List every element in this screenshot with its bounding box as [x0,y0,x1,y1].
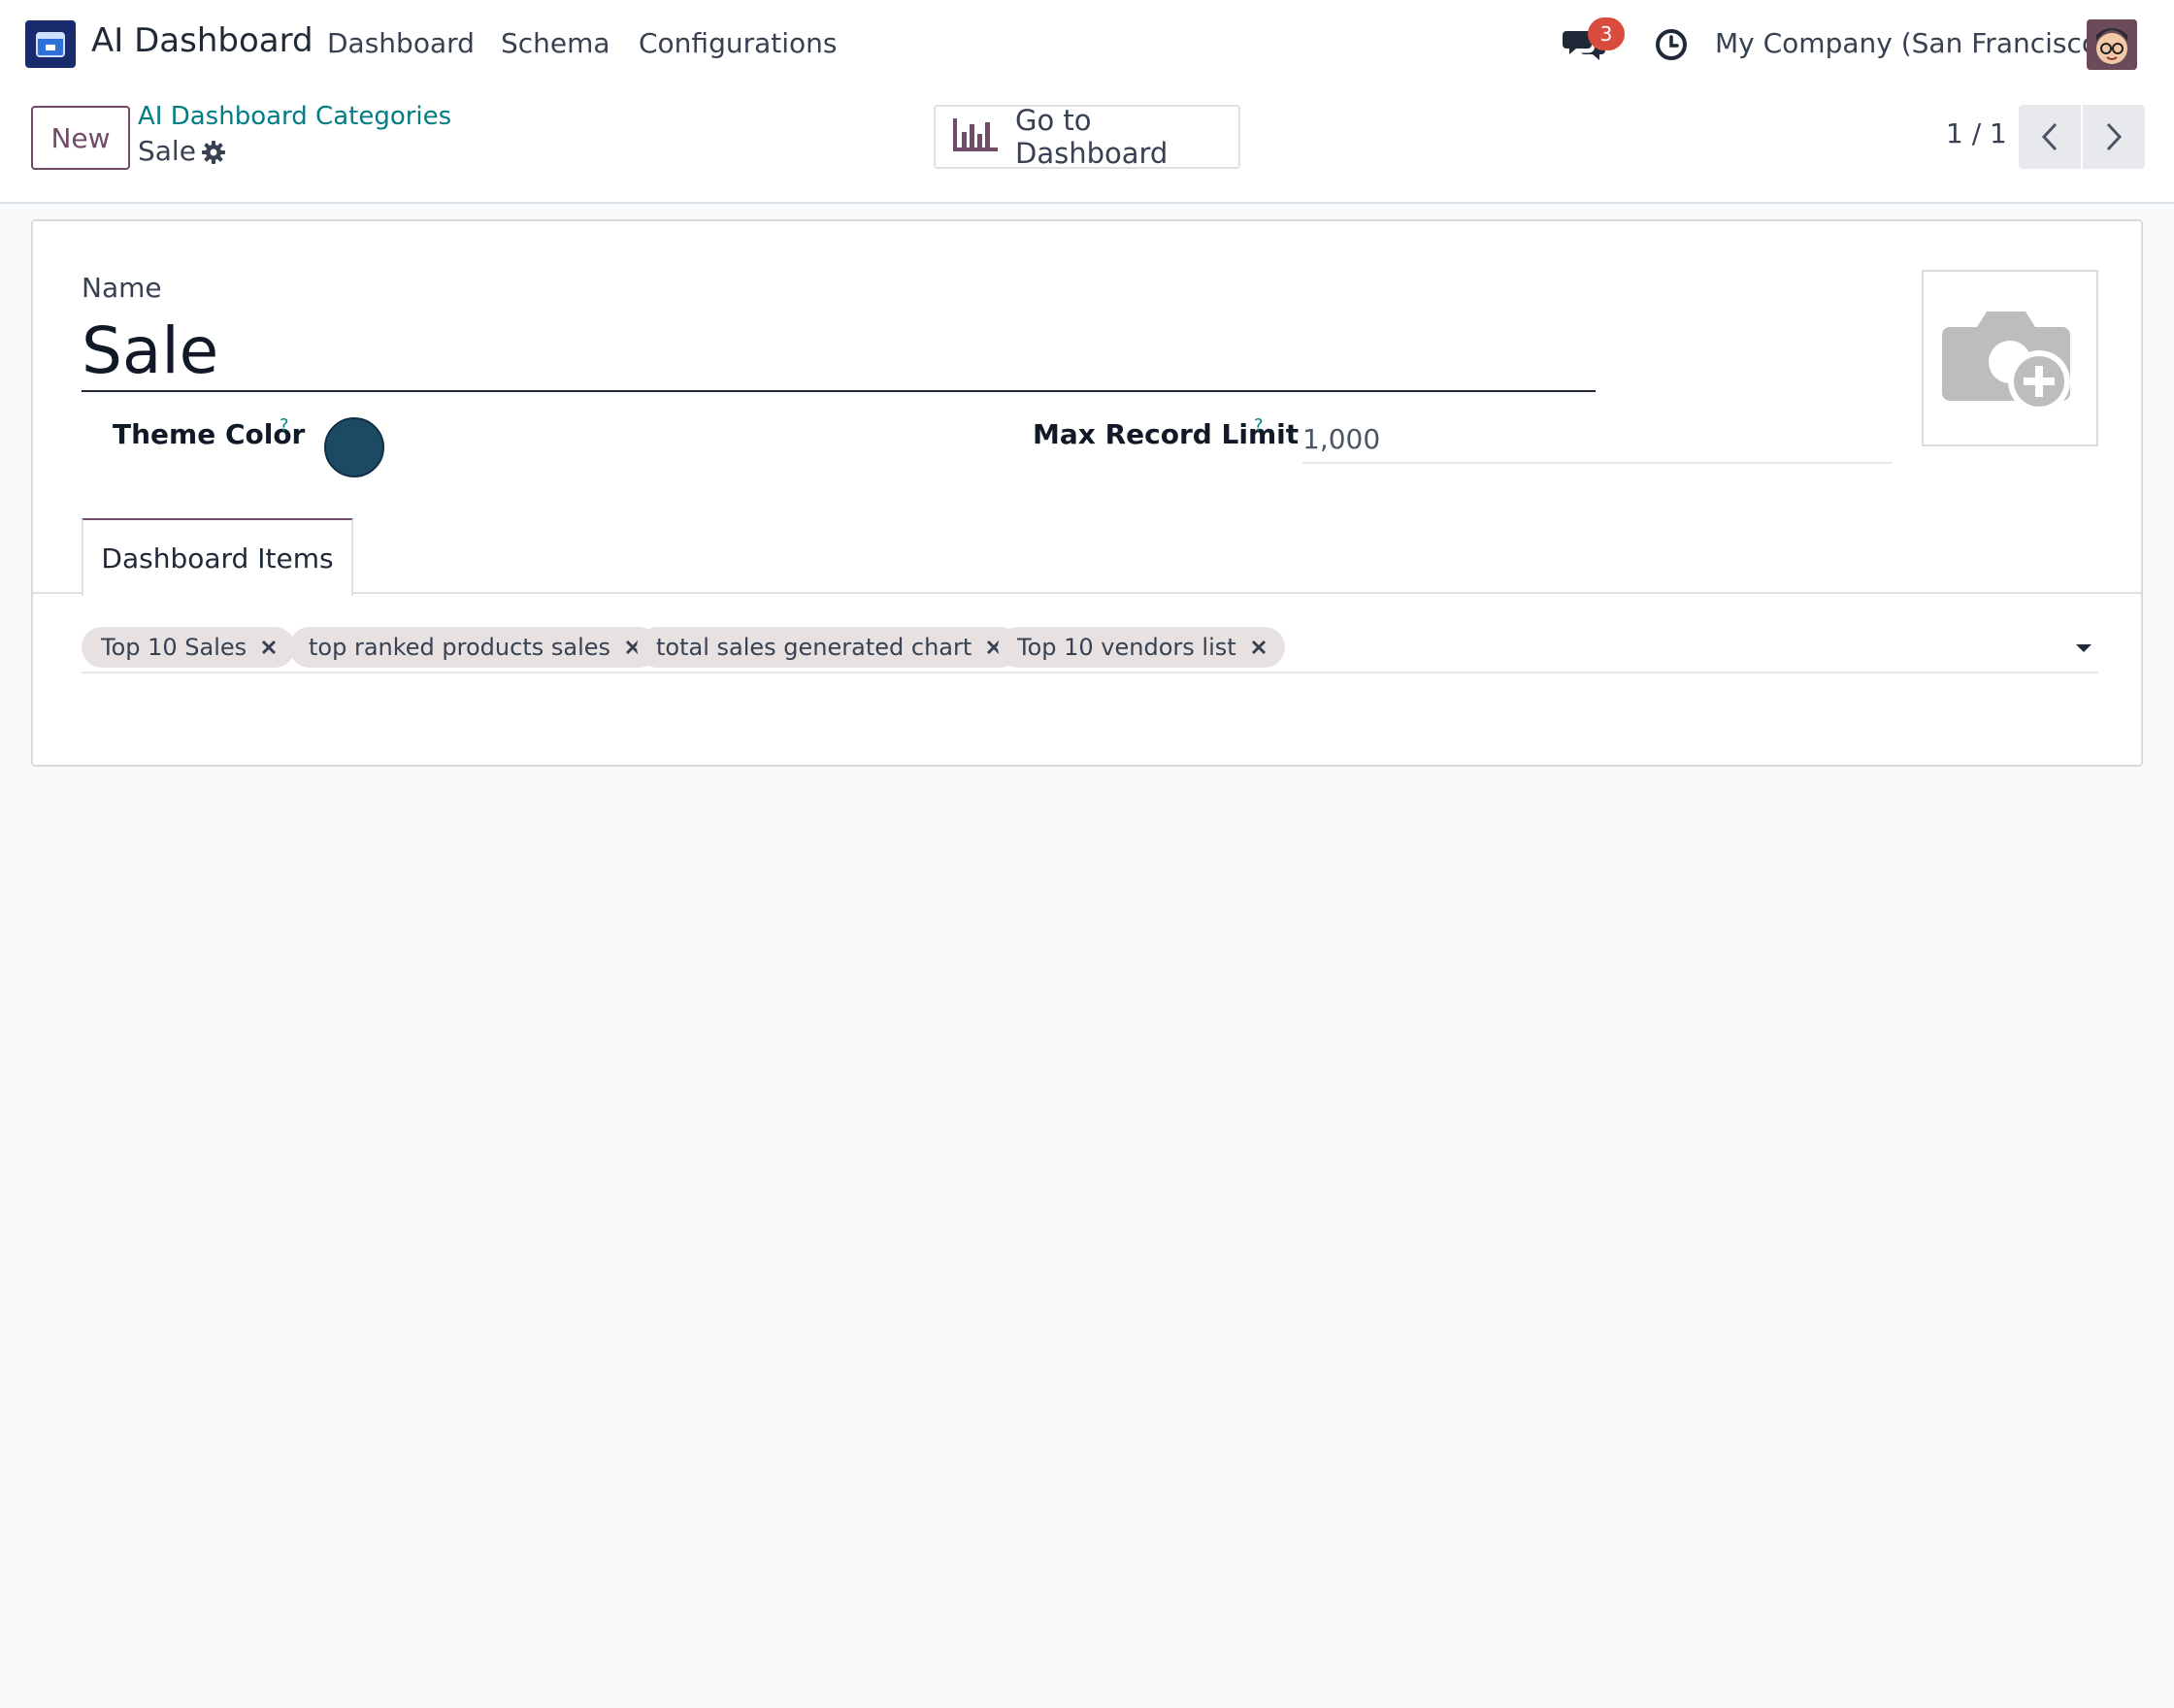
menu-schema[interactable]: Schema [501,27,610,59]
tag-item: total sales generated chart [637,627,1021,668]
dashboard-items-field[interactable]: Top 10 Sales top ranked products sales t… [82,627,2098,673]
close-icon[interactable] [1250,639,1268,656]
go-to-dashboard-label: Go to Dashboard [1015,104,1169,170]
tag-item: top ranked products sales [289,627,660,668]
chevron-left-icon [2041,122,2058,151]
bar-chart-icon [953,118,998,155]
pager-next-button[interactable] [2083,105,2145,169]
notebook-tabs: Dashboard Items [33,518,2141,596]
control-panel: New AI Dashboard Categories Sale Go to D… [0,88,2174,204]
breadcrumb-current: Sale [138,135,196,167]
image-upload-field[interactable] [1922,270,2098,446]
app-name[interactable]: AI Dashboard [91,21,313,60]
tag-label: Top 10 vendors list [1017,634,1236,661]
menu-configurations[interactable]: Configurations [639,27,837,59]
app-icon[interactable] [25,20,76,68]
tag-label: top ranked products sales [309,634,611,661]
breadcrumb-parent-link[interactable]: AI Dashboard Categories [138,102,451,131]
form-sheet: Name Sale Theme Color ? Max Record Limit… [31,219,2143,767]
name-label: Name [82,272,162,304]
user-avatar[interactable] [2087,19,2137,70]
company-switcher[interactable]: My Company (San Francisco) [1715,27,2109,59]
tab-dashboard-items[interactable]: Dashboard Items [82,518,353,596]
top-navbar: AI Dashboard Dashboard Schema Configurat… [0,0,2174,88]
tag-item: Top 10 Sales [82,627,296,668]
theme-color-help-tooltip[interactable]: ? [280,415,289,436]
gear-icon[interactable] [200,139,227,166]
close-icon[interactable] [260,639,278,656]
tag-label: total sales generated chart [656,634,972,661]
camera-plus-icon [1942,312,2070,412]
pager-previous-button[interactable] [2019,105,2081,169]
menu-dashboard[interactable]: Dashboard [327,27,475,59]
messages-count-badge: 3 [1588,17,1625,50]
pager-value[interactable]: 1 / 1 [1946,117,2007,149]
theme-color-picker[interactable] [324,417,384,477]
chevron-right-icon [2106,122,2123,151]
name-input[interactable]: Sale [82,311,1596,392]
tag-label: Top 10 Sales [101,634,247,661]
go-to-dashboard-button[interactable]: Go to Dashboard [934,104,1240,170]
new-button[interactable]: New [31,106,130,170]
theme-color-label: Theme Color [113,418,306,450]
activity-clock-icon[interactable] [1654,27,1689,62]
max-record-limit-help-tooltip[interactable]: ? [1254,415,1264,436]
tag-item: Top 10 vendors list [998,627,1285,668]
max-record-limit-input[interactable]: 1,000 [1302,415,1893,464]
caret-down-icon[interactable] [2075,642,2092,654]
